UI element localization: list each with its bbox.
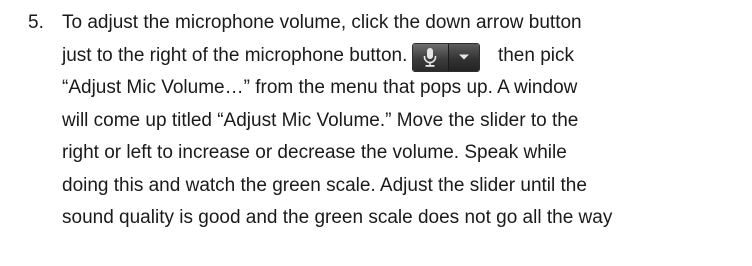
instruction-line-text-after: then pick — [497, 45, 574, 66]
step-number: 5. — [28, 12, 44, 33]
instruction-step: 5. To adjust the microphone volume, clic… — [0, 0, 752, 266]
instruction-line-with-widget: just to the right of the microphone butt… — [62, 41, 574, 71]
microphone-button-widget — [412, 43, 479, 71]
microphone-icon — [423, 48, 437, 67]
instruction-line: “Adjust Mic Volume…” from the menu that … — [62, 77, 578, 98]
instruction-line: right or left to increase or decrease th… — [62, 142, 567, 163]
instruction-line: To adjust the microphone volume, click t… — [62, 12, 582, 33]
chevron-down-icon — [458, 54, 469, 60]
instruction-line-text: just to the right of the microphone butt… — [62, 45, 408, 66]
instruction-line: will come up titled “Adjust Mic Volume.”… — [62, 110, 579, 131]
instruction-line: sound quality is good and the green scal… — [62, 207, 613, 228]
instruction-line: doing this and watch the green scale. Ad… — [62, 175, 587, 196]
microphone-button — [412, 43, 449, 71]
mic-dropdown-arrow-button — [448, 43, 479, 71]
